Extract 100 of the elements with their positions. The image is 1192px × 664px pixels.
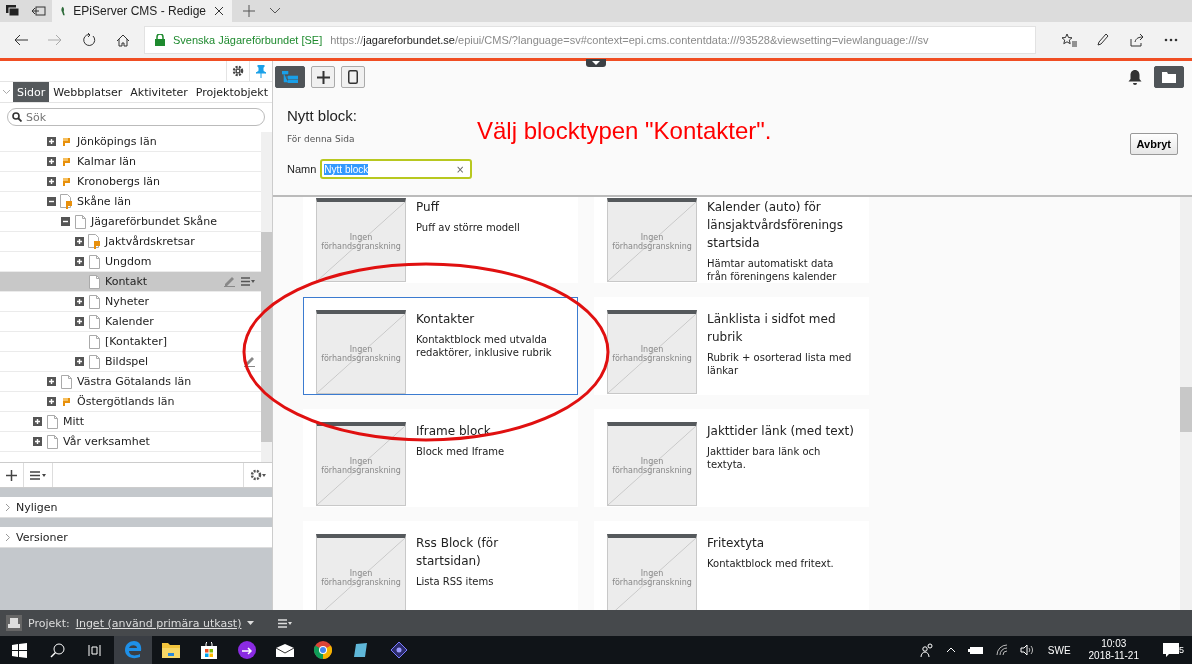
project-label: Projekt: [28, 616, 70, 630]
block-type-card[interactable]: Ingen förhandsgranskning Kontakter Kontaktblock med utvalda redaktörer, inklusive rubrik [303, 297, 578, 395]
block-title: Fritextyta [707, 535, 766, 552]
expand-icon[interactable] [75, 257, 84, 266]
expand-icon[interactable] [33, 437, 42, 446]
add-icon[interactable] [311, 66, 335, 88]
name-label: Namn [287, 163, 317, 175]
block-description: Rubrik + osorterad lista med länkar [707, 351, 853, 377]
expand-icon[interactable] [33, 417, 42, 426]
page-icon [87, 274, 101, 289]
tree-item-label: Jaktvårdskretsar [105, 235, 195, 248]
menu-icon[interactable] [278, 618, 293, 628]
action-center-icon[interactable] [1163, 642, 1179, 658]
tree-item[interactable]: Östergötlands län [0, 392, 261, 412]
block-type-card[interactable]: Ingen förhandsgranskning Iframe block Block med Iframe [303, 409, 578, 507]
preview-text: Ingen förhandsgranskning [611, 344, 693, 363]
expand-icon[interactable] [47, 397, 56, 406]
tree-item-label: Ungdom [105, 255, 152, 268]
project-link[interactable]: Inget (använd primära utkast) [75, 616, 242, 630]
preview-text: Ingen förhandsgranskning [320, 456, 402, 475]
clear-button[interactable]: × [455, 163, 465, 175]
panel-tab[interactable]: Webbplatser [49, 82, 127, 102]
tree-item-label: Kalender [105, 315, 154, 328]
search-field[interactable]: Sök [7, 108, 265, 126]
block-title: Rss Block (för startsidan) [416, 535, 500, 570]
tree-item[interactable]: Nyheter [0, 292, 261, 312]
tree-item[interactable]: Jönköpings län [0, 132, 261, 152]
expand-icon[interactable] [75, 297, 84, 306]
block-type-card[interactable]: Ingen förhandsgranskning Puff Puff av större modell [303, 197, 578, 283]
expand-icon[interactable] [75, 317, 84, 326]
panel-tab[interactable]: Projektobjekt [191, 82, 272, 102]
tree-item-label: Nyheter [105, 295, 150, 308]
address-field[interactable]: Svenska Jägareförbundet [SE] https://jagareforbundet.se/epiui/CMS/?language=sv#context=epi.cms.contentdata:///93528&viewsetting=viewlanguage:///sv [144, 26, 1036, 54]
tree-item[interactable]: Mitt [0, 412, 261, 432]
tree-item[interactable]: Jägareförbundet Skåne [0, 212, 261, 232]
block-type-card[interactable]: Ingen förhandsgranskning Jakttider länk (med text) Jakttider bara länk och textyta. [594, 409, 869, 507]
cancel-button[interactable]: Avbryt [1129, 133, 1178, 155]
expand-icon[interactable] [47, 177, 56, 186]
panel-title: Nyligen [16, 500, 58, 514]
tablet-icon[interactable] [341, 66, 365, 88]
instruction-annotation: Välj blocktypen "Kontakter". [477, 117, 772, 145]
close-icon[interactable] [214, 6, 224, 16]
tree-item-label: Kalmar län [77, 155, 137, 168]
panel-tab[interactable]: Sidor [12, 82, 50, 102]
panel-tab[interactable]: Aktiviteter [126, 82, 192, 102]
block-description: Hämtar automatiskt data från föreningens kalender [707, 257, 838, 283]
expand-icon[interactable] [75, 357, 84, 366]
page-shortcut-icon [87, 234, 101, 249]
input-language[interactable]: SWE [1039, 644, 1079, 656]
expand-icon[interactable] [47, 157, 56, 166]
tree-item-label: Västra Götalands län [77, 375, 192, 388]
expand-icon[interactable] [75, 237, 84, 246]
browser-tab[interactable]: EPiServer CMS - Redige [52, 0, 232, 22]
project-icon[interactable] [6, 615, 22, 631]
tree-item-label: Kontakt [105, 275, 148, 288]
preview-text: Ingen förhandsgranskning [611, 232, 693, 251]
page-icon [87, 254, 101, 269]
collapse-icon[interactable] [61, 217, 70, 226]
scrollbar-thumb[interactable] [261, 232, 272, 442]
page-icon [59, 374, 73, 389]
tree-item[interactable]: Kalmar län [0, 152, 261, 172]
tree-item[interactable]: Kalender [0, 312, 261, 332]
caret-icon[interactable] [247, 621, 255, 625]
tree-item[interactable]: Vår verksamhet [0, 432, 261, 452]
collapse-icon[interactable] [47, 197, 56, 206]
tree-item[interactable]: Jaktvårdskretsar [0, 232, 261, 252]
tree-item-label: Östergötlands län [77, 395, 175, 408]
block-description: Lista RSS items [416, 575, 495, 588]
name-field[interactable]: Nytt block × [320, 159, 473, 179]
block-type-card[interactable]: Ingen förhandsgranskning Fritextyta Kontaktblock med fritext. [594, 521, 869, 610]
tree-item[interactable]: Kronobergs län [0, 172, 261, 192]
expand-icon[interactable] [47, 137, 56, 146]
tree-item[interactable]: Bildspel [0, 352, 261, 372]
preview-text: Ingen förhandsgranskning [320, 344, 402, 363]
scrollbar-thumb[interactable] [1180, 387, 1192, 432]
page-tree-icon[interactable] [275, 66, 305, 88]
dropdown-handle-icon[interactable] [586, 59, 606, 67]
tree-item-label: Vår verksamhet [63, 435, 150, 448]
tree-item[interactable]: Kontakt [0, 272, 261, 292]
name-value: Nytt block [324, 163, 369, 175]
panel-title: Versioner [16, 530, 68, 544]
tree-item[interactable]: Västra Götalands län [0, 372, 261, 392]
block-type-card[interactable]: Ingen förhandsgranskning Rss Block (för startsidan) Lista RSS items [303, 521, 578, 610]
block-description: Puff av större modell [416, 221, 520, 234]
tree-item[interactable]: [Kontakter] [0, 332, 261, 352]
tree-item-label: Kronobergs län [77, 175, 160, 188]
menu-icon[interactable] [241, 277, 255, 286]
page-icon [45, 434, 59, 449]
clock-date[interactable]: 2018-11-21 [1088, 650, 1139, 662]
tree-item[interactable]: Skåne län [0, 192, 261, 212]
block-type-card[interactable]: Ingen förhandsgranskning Länklista i sidfot med rubrik Rubrik + osorterad lista med länkar [594, 297, 869, 395]
clock-time[interactable]: 10:03 [1101, 638, 1127, 650]
expand-icon[interactable] [47, 377, 56, 386]
notification-bell-icon[interactable] [1128, 69, 1142, 85]
page-icon [73, 214, 87, 229]
tree-item-label: Mitt [63, 415, 85, 428]
folder-icon[interactable] [1154, 66, 1184, 88]
block-type-card[interactable]: Ingen förhandsgranskning Kalender (auto) för länsjaktvårdsförenings startsida Hämtar automatiskt data från föreningens kalender [594, 197, 869, 283]
block-title: Iframe block [416, 423, 492, 440]
block-title: Jakttider länk (med text) [707, 423, 855, 440]
